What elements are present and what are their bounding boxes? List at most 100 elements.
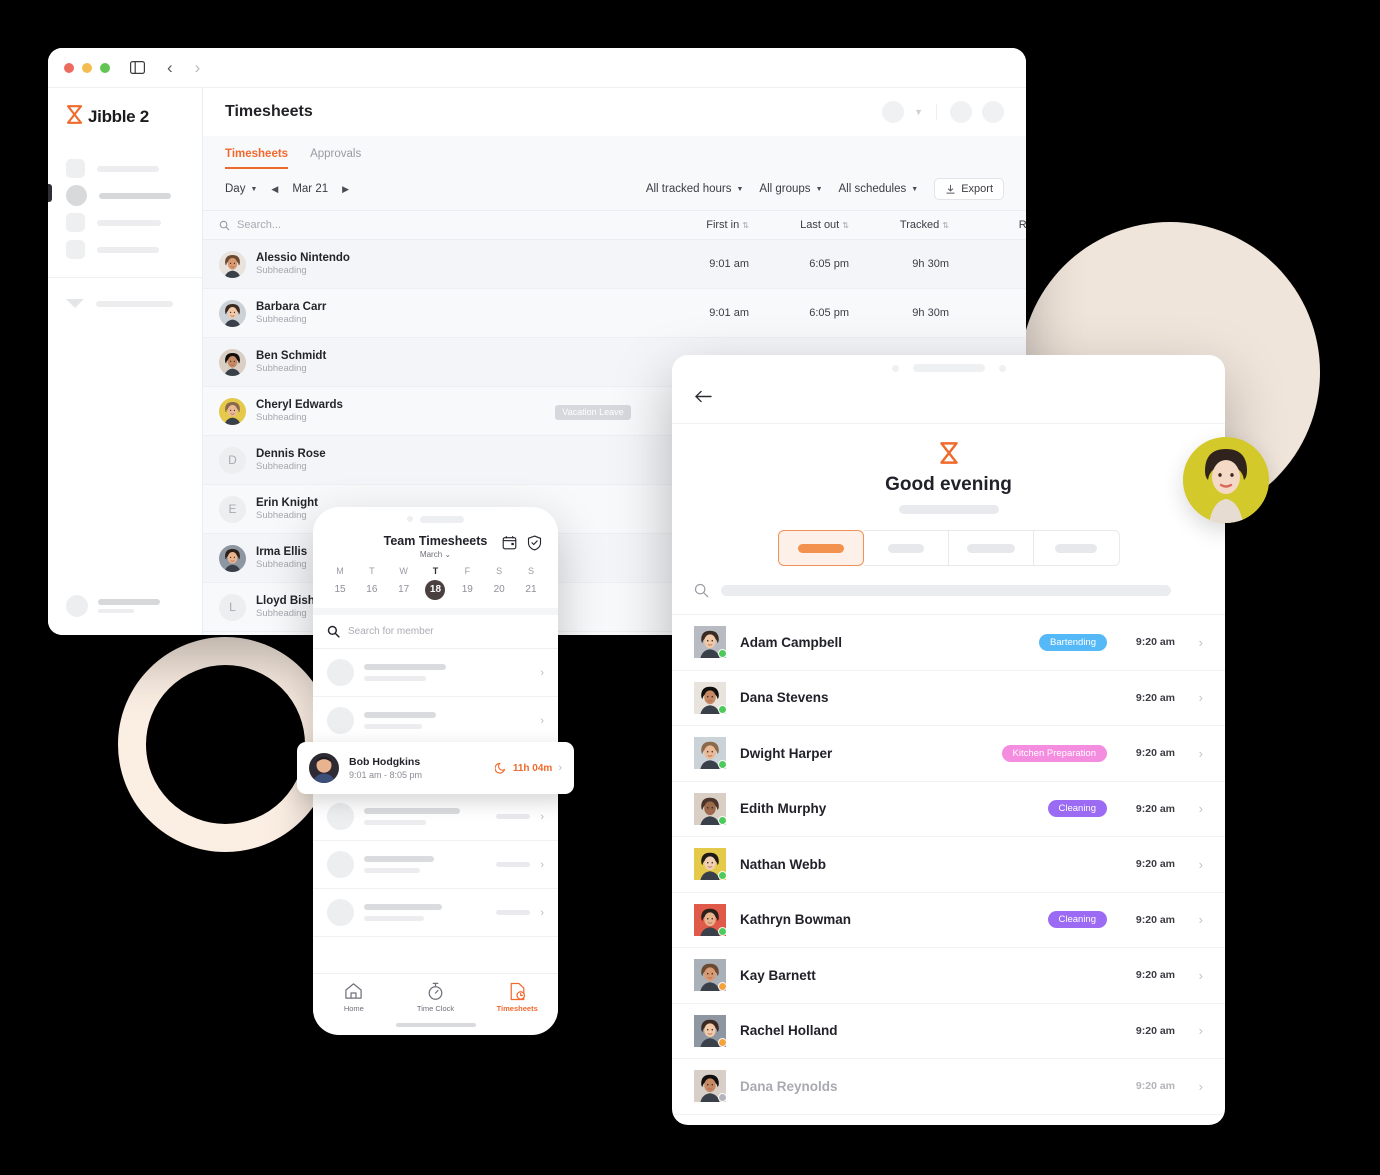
person-row[interactable]: Nathan Webb 9:20 am ›	[672, 837, 1225, 893]
phone-list-item[interactable]: ›	[313, 793, 558, 841]
chevron-right-icon[interactable]: ›	[540, 715, 544, 727]
person-row[interactable]: Dana Stevens 9:20 am ›	[672, 671, 1225, 726]
filter-schedules[interactable]: All schedules ▼	[839, 183, 919, 195]
chevron-right-icon[interactable]: ›	[1189, 1023, 1203, 1038]
window-maximize-button[interactable]	[100, 62, 110, 73]
chevron-right-icon[interactable]: ›	[540, 859, 544, 871]
phone-tab-timesheets[interactable]: Timesheets	[476, 982, 558, 1013]
tablet-back-button[interactable]	[672, 381, 1225, 424]
sidebar-toggle-icon[interactable]	[130, 61, 145, 74]
phone-tab-home[interactable]: Home	[313, 982, 395, 1013]
column-header-regular[interactable]: Regular ⇅	[963, 219, 1026, 231]
text-placeholder	[364, 808, 486, 825]
member-cell: Cheryl Edwards Subheading	[203, 397, 523, 425]
date-prev-button[interactable]: ◀	[271, 184, 278, 195]
avatar-photo	[219, 348, 246, 376]
column-header-first-in[interactable]: First in ⇅	[663, 219, 763, 231]
chevron-right-icon[interactable]: ›	[540, 811, 544, 823]
person-row[interactable]: Adam Campbell Bartending 9:20 am ›	[672, 615, 1225, 671]
chevron-right-icon[interactable]: ›	[1189, 635, 1203, 650]
person-row[interactable]: Kathryn Bowman Cleaning 9:20 am ›	[672, 893, 1225, 948]
sidebar-item-1[interactable]	[66, 155, 202, 182]
chevron-right-icon[interactable]: ›	[1189, 968, 1203, 983]
weekday-label: M	[336, 566, 344, 576]
export-button[interactable]: Export	[934, 178, 1004, 200]
filter-groups[interactable]: All groups ▼	[759, 183, 822, 195]
member-subheading: Subheading	[256, 363, 307, 375]
sidebar-user[interactable]	[48, 595, 202, 635]
sidebar-group-toggle[interactable]	[66, 290, 202, 317]
table-row[interactable]: Barbara Carr Subheading 9:01 am 6:05 pm 9h 3…	[203, 289, 1026, 338]
calendar-day-20[interactable]: S 20	[488, 566, 510, 600]
tab-timesheets[interactable]: Timesheets	[225, 148, 289, 169]
tab-approvals[interactable]: Approvals	[310, 148, 361, 169]
person-row[interactable]: Dana Reynolds 9:20 am ›	[672, 1059, 1225, 1115]
chevron-right-icon[interactable]: ›	[540, 667, 544, 679]
avatar-placeholder	[327, 803, 354, 830]
person-row[interactable]: Dwight Harper Kitchen Preparation 9:20 am ›	[672, 726, 1225, 782]
date-next-button[interactable]: ▶	[342, 184, 349, 195]
chevron-right-icon[interactable]: ›	[1189, 801, 1203, 816]
chevron-down-icon[interactable]: ▼	[914, 107, 923, 117]
column-header-tracked[interactable]: Tracked ⇅	[863, 219, 963, 231]
sidebar-item-3[interactable]	[66, 209, 202, 236]
segment-option-2[interactable]	[863, 530, 949, 566]
phone-list-item[interactable]: ›	[313, 649, 558, 697]
calendar-day-15[interactable]: M 15	[329, 566, 351, 600]
person-name: Edith Murphy	[740, 801, 827, 817]
filter-tracked-hours[interactable]: All tracked hours ▼	[646, 183, 744, 195]
calendar-day-21[interactable]: S 21	[520, 566, 542, 600]
tablet-search-bar[interactable]	[672, 566, 1225, 615]
person-row[interactable]: Rachel Holland 9:20 am ›	[672, 1004, 1225, 1059]
chevron-right-icon[interactable]: ›	[1189, 690, 1203, 705]
phone-list-item[interactable]: ›	[313, 889, 558, 937]
status-dot	[718, 815, 727, 825]
avatar-photo	[309, 753, 339, 783]
search-input[interactable]: Search...	[237, 219, 281, 231]
floating-avatar	[1183, 437, 1269, 523]
phone-tab-time-clock[interactable]: Time Clock	[395, 982, 477, 1013]
phone-list-item[interactable]: ›	[313, 841, 558, 889]
home-indicator	[395, 1023, 476, 1027]
calendar-day-19[interactable]: F 19	[456, 566, 478, 600]
nav-back-icon[interactable]: ‹	[167, 58, 173, 78]
window-close-button[interactable]	[64, 62, 74, 73]
member-subheading: Subheading	[256, 265, 307, 277]
sidebar-nav	[48, 155, 202, 263]
chevron-right-icon[interactable]: ›	[1189, 857, 1203, 872]
phone-member-search[interactable]: Search for member	[313, 615, 558, 649]
chevron-right-icon[interactable]: ›	[1189, 746, 1203, 761]
header-action-icon-2[interactable]	[982, 101, 1004, 123]
calendar-day-16[interactable]: T 16	[361, 566, 383, 600]
window-minimize-button[interactable]	[82, 62, 92, 73]
phone-title: Team Timesheets	[383, 534, 488, 548]
shield-check-icon[interactable]	[527, 534, 542, 551]
segment-option-1[interactable]	[777, 530, 864, 566]
header-avatar-placeholder[interactable]	[882, 101, 905, 123]
header-action-icon-1[interactable]	[950, 101, 972, 123]
chevron-right-icon[interactable]: ›	[558, 762, 562, 774]
segment-option-4[interactable]	[1034, 530, 1120, 566]
person-row[interactable]: Kay Barnett 9:20 am ›	[672, 948, 1225, 1004]
segment-option-3[interactable]	[949, 530, 1035, 566]
brand-logo[interactable]: Jibble 2	[48, 88, 202, 129]
member-cell: Alessio Nintendo Subheading	[203, 250, 523, 278]
table-row[interactable]: Alessio Nintendo Subheading 9:01 am 6:05 pm…	[203, 240, 1026, 289]
phone-list-item[interactable]: ›	[313, 697, 558, 745]
chevron-right-icon[interactable]: ›	[540, 907, 544, 919]
nav-forward-icon[interactable]: ›	[195, 58, 201, 78]
cell-tracked: 9h 30m	[912, 258, 949, 270]
header-actions: ▼	[882, 101, 1004, 123]
calendar-day-17[interactable]: W 17	[393, 566, 415, 600]
chevron-right-icon[interactable]: ›	[1189, 912, 1203, 927]
column-header-last-out[interactable]: Last out ⇅	[763, 219, 863, 231]
calendar-icon[interactable]	[502, 535, 517, 551]
sidebar-item-active[interactable]	[48, 182, 202, 209]
phone-month-selector[interactable]: March ⌄	[384, 550, 488, 559]
calendar-day-18[interactable]: T 18	[424, 566, 446, 600]
sidebar-item-4[interactable]	[66, 236, 202, 263]
period-selector[interactable]: Day ▼	[225, 183, 257, 195]
chevron-right-icon[interactable]: ›	[1189, 1079, 1203, 1094]
person-row[interactable]: Edith Murphy Cleaning 9:20 am ›	[672, 782, 1225, 837]
bob-hodgkins-card[interactable]: Bob Hodgkins 9:01 am - 8:05 pm 11h 04m ›	[297, 742, 574, 794]
